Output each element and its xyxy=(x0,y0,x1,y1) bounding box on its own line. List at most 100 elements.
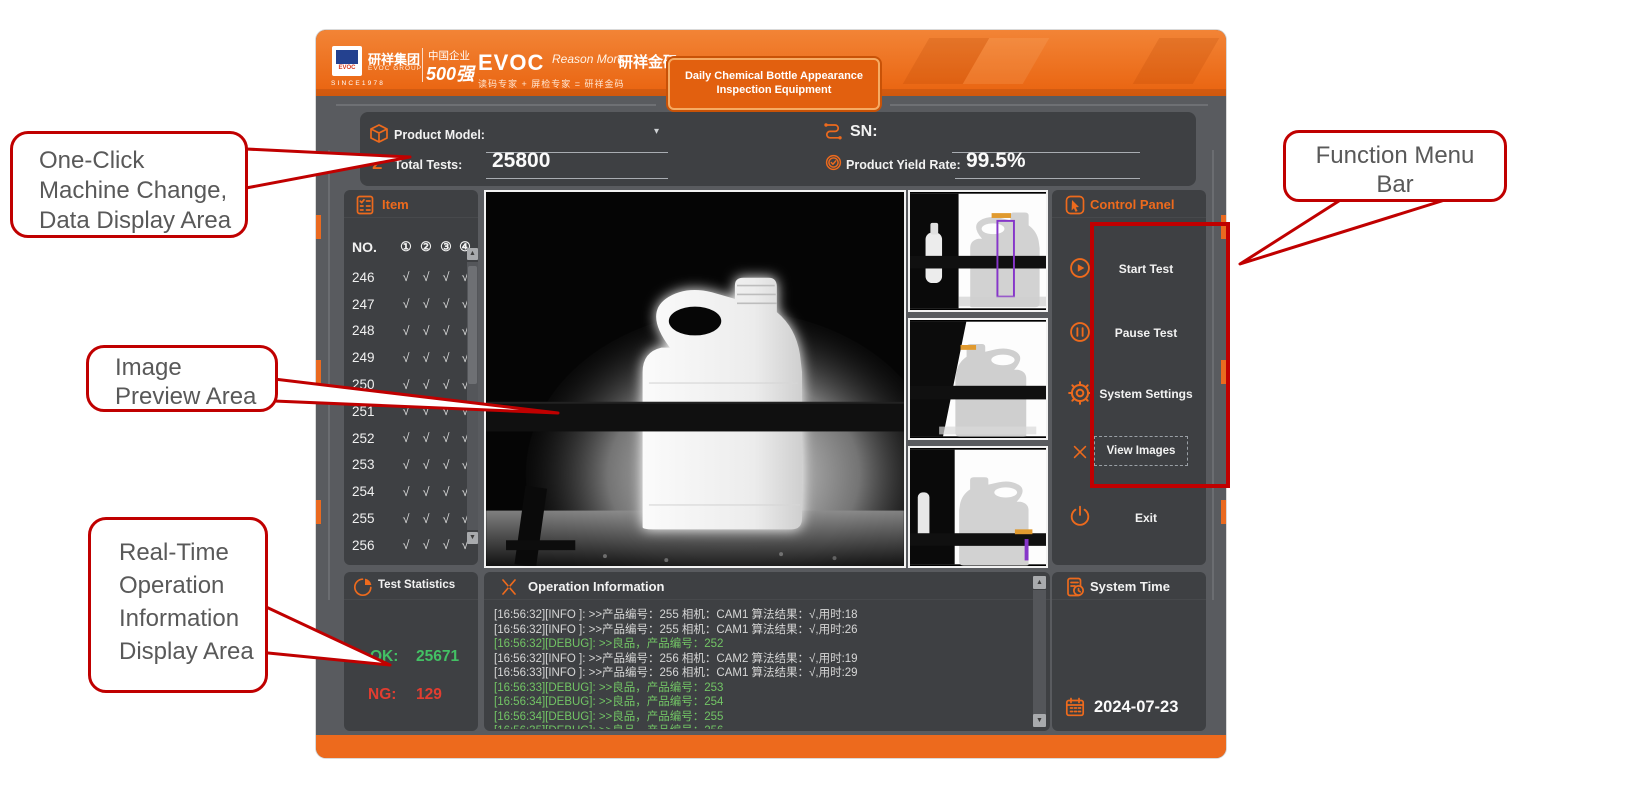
yield-label: Product Yield Rate: xyxy=(846,158,961,172)
decor-tab xyxy=(316,215,321,239)
log-scroll-up-button[interactable]: ▲ xyxy=(1033,576,1046,589)
system-time-header: System Time xyxy=(1052,572,1206,600)
control-panel-header: Control Panel xyxy=(1052,190,1206,218)
evoc-logo: EVOC xyxy=(332,46,362,76)
brand-wordmark: EVOC xyxy=(478,50,544,76)
item-scroll-down-button[interactable]: ▼ xyxy=(467,532,478,544)
decor-tab xyxy=(316,360,321,384)
table-row: 250√√√√ xyxy=(344,371,466,398)
col-2: ② xyxy=(416,239,436,255)
col-1: ① xyxy=(396,239,416,255)
decor-tab xyxy=(316,500,321,524)
table-row: 253√√√√ xyxy=(344,452,466,479)
log-line: [16:56:33][DEBUG]: >>良品，产品编号：253 xyxy=(494,681,1028,696)
dropdown-caret-icon[interactable]: ▾ xyxy=(654,126,659,137)
product-model-label: Product Model: xyxy=(394,128,485,142)
table-row: 249√√√√ xyxy=(344,344,466,371)
pointer-icon xyxy=(1064,194,1086,216)
col-3: ③ xyxy=(436,239,456,255)
app-footer-bar xyxy=(316,735,1226,758)
operation-info-panel: Operation Information [16:56:32][INFO ]:… xyxy=(484,572,1050,731)
ng-value: 129 xyxy=(416,686,442,704)
thumbnail-3-image xyxy=(910,448,1046,566)
table-row: 248√√√√ xyxy=(344,318,466,345)
system-date: 2024-07-23 xyxy=(1094,698,1178,717)
log-line: [16:56:33][INFO ]: >>产品编号：256 相机：CAM1 算法… xyxy=(494,666,1028,681)
decor-line xyxy=(328,150,330,600)
app-title: Daily Chemical Bottle Appearance Inspect… xyxy=(685,70,863,98)
operation-info-header: Operation Information xyxy=(484,572,1050,600)
table-row: 255√√√√ xyxy=(344,505,466,532)
callout-realtime-info: Real-Time Operation Information Display … xyxy=(88,517,268,693)
log-line: [16:56:32][INFO ]: >>产品编号：255 相机：CAM1 算法… xyxy=(494,623,1028,638)
item-panel: Item NO. ① ② ③ ④ 246√√√√247√√√√248√√√√24… xyxy=(344,190,478,565)
system-time-panel: System Time 2024-07-23 xyxy=(1052,572,1206,731)
play-circle-icon[interactable] xyxy=(1068,256,1092,280)
callout-tail-function-menu xyxy=(1240,199,1448,264)
item-panel-header: Item xyxy=(344,190,478,218)
yield-underline xyxy=(955,178,1140,179)
callout-image-preview: Image Preview Area xyxy=(86,345,278,412)
close-icon[interactable] xyxy=(1070,442,1090,462)
app-title-badge: Daily Chemical Bottle Appearance Inspect… xyxy=(668,58,880,110)
ok-label: OK: xyxy=(370,648,398,666)
yield-value: 99.5% xyxy=(966,149,1026,173)
item-table-body: 246√√√√247√√√√248√√√√249√√√√250√√√√251√√… xyxy=(344,264,466,559)
item-scroll-up-button[interactable]: ▲ xyxy=(467,248,478,260)
total-tests-underline xyxy=(486,178,668,179)
thumbnail-2-image xyxy=(910,320,1046,438)
sigma-icon: Σ xyxy=(372,154,382,174)
top500-label: 500强 xyxy=(426,60,474,86)
power-icon[interactable] xyxy=(1068,504,1092,528)
sn-flow-icon xyxy=(822,120,844,142)
decor-line xyxy=(890,104,1208,106)
log-scrollbar-track[interactable] xyxy=(1033,590,1046,714)
brand-slogan: 读码专家 + 屏检专家 = 研祥金码 xyxy=(478,77,625,90)
pause-circle-icon[interactable] xyxy=(1068,320,1092,344)
main-bottle-image xyxy=(486,192,904,566)
group-name-en: EVOC GROUP xyxy=(368,65,422,72)
thumbnail-1[interactable] xyxy=(908,190,1048,312)
thumbnail-3[interactable] xyxy=(908,446,1048,568)
calendar-icon xyxy=(1064,696,1086,718)
decor-line xyxy=(336,104,656,106)
item-panel-title: Item xyxy=(382,197,409,212)
sn-label: SN: xyxy=(850,123,878,141)
log-list[interactable]: [16:56:32][INFO ]: >>产品编号：255 相机：CAM1 算法… xyxy=(494,608,1028,729)
control-panel-title: Control Panel xyxy=(1090,197,1175,212)
exit-button[interactable]: Exit xyxy=(1090,511,1202,525)
ok-value: 25671 xyxy=(416,648,459,666)
screenshot-canvas: EVOC 研祥集团 EVOC GROUP SINCE1978 中国企业 500强… xyxy=(0,0,1651,809)
table-row: 251√√√√ xyxy=(344,398,466,425)
system-time-title: System Time xyxy=(1090,579,1170,594)
since-label: SINCE1978 xyxy=(331,80,385,87)
table-row: 254√√√√ xyxy=(344,478,466,505)
doc-clock-icon xyxy=(1064,576,1086,598)
thumbnail-1-image xyxy=(910,192,1046,310)
data-display-panel: Product Model: ▾ Σ Total Tests: 25800 SN… xyxy=(360,112,1196,186)
ng-label: NG: xyxy=(368,686,396,704)
log-line: [16:56:32][INFO ]: >>产品编号：256 相机：CAM2 算法… xyxy=(494,652,1028,667)
operation-info-title: Operation Information xyxy=(528,579,665,594)
callout-data-display: One-Click Machine Change, Data Display A… xyxy=(10,131,248,238)
thumbnail-2[interactable] xyxy=(908,318,1048,440)
test-statistics-header: Test Statistics xyxy=(344,572,478,600)
item-scrollbar-thumb[interactable] xyxy=(468,266,477,384)
test-statistics-panel: Test Statistics OK: 25671 NG: 129 xyxy=(344,572,478,731)
log-line: [16:56:34][DEBUG]: >>良品，产品编号：254 xyxy=(494,695,1028,710)
log-line: [16:56:32][DEBUG]: >>良品，产品编号：252 xyxy=(494,637,1028,652)
cube-icon xyxy=(368,123,390,145)
brand-script: Reason More xyxy=(552,52,624,66)
header-divider xyxy=(422,48,423,82)
table-row: 252√√√√ xyxy=(344,425,466,452)
pie-chart-icon xyxy=(352,576,374,598)
crossed-tools-icon xyxy=(498,576,520,598)
log-scroll-down-button[interactable]: ▼ xyxy=(1033,714,1046,727)
log-line: [16:56:35][DEBUG]: >>良品，产品编号：256 xyxy=(494,724,1028,729)
col-no: NO. xyxy=(352,239,396,255)
log-line: [16:56:32][INFO ]: >>产品编号：255 相机：CAM1 算法… xyxy=(494,608,1028,623)
callout-function-menu: Function Menu Bar xyxy=(1283,130,1507,202)
table-row: 247√√√√ xyxy=(344,291,466,318)
evoc-logo-text: EVOC xyxy=(332,65,362,71)
log-line: [16:56:34][DEBUG]: >>良品，产品编号：255 xyxy=(494,710,1028,725)
